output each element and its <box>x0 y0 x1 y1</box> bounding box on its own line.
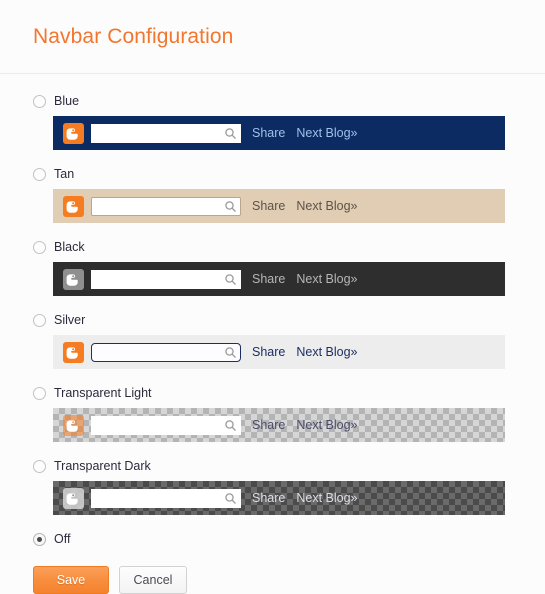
navbar-option-silver[interactable]: Silver Share Next Blog» <box>33 309 545 369</box>
navbar-option-transparent-dark[interactable]: Transparent Dark Share Next Blog» <box>33 455 545 515</box>
option-row-blue[interactable]: Blue <box>33 90 545 112</box>
share-link-transparent-light[interactable]: Share <box>252 418 285 432</box>
search-input-silver[interactable] <box>91 342 241 362</box>
search-input-black[interactable] <box>91 269 241 289</box>
navbar-bar-silver: Share Next Blog» <box>53 335 505 369</box>
navbar-bar-tan: Share Next Blog» <box>53 189 505 223</box>
radio-off[interactable] <box>33 532 46 546</box>
magnifier-icon <box>225 200 236 212</box>
save-button[interactable]: Save <box>33 566 109 594</box>
navbar-bar-blue: Share Next Blog» <box>53 116 505 150</box>
radio-transparent-light[interactable] <box>33 386 46 400</box>
navbar-links-silver: Share Next Blog» <box>252 345 358 359</box>
navbar-links-black: Share Next Blog» <box>252 272 358 286</box>
blogger-b-icon <box>63 195 84 217</box>
next-blog-link-silver[interactable]: Next Blog» <box>296 345 357 359</box>
cancel-button[interactable]: Cancel <box>119 566 187 594</box>
option-label-off: Off <box>54 532 71 546</box>
search-input-tan[interactable] <box>91 196 241 216</box>
blogger-b-icon <box>63 268 84 290</box>
option-row-transparent-dark[interactable]: Transparent Dark <box>33 455 545 477</box>
radio-tan[interactable] <box>33 167 46 181</box>
radio-blue[interactable] <box>33 94 46 108</box>
option-row-silver[interactable]: Silver <box>33 309 545 331</box>
magnifier-icon <box>225 273 236 285</box>
navbar-preview-tan: Share Next Blog» <box>53 189 505 223</box>
option-row-black[interactable]: Black <box>33 236 545 258</box>
blogger-b-icon <box>63 341 84 363</box>
option-label-transparent-dark: Transparent Dark <box>54 459 151 473</box>
option-label-silver: Silver <box>54 313 86 327</box>
navbar-option-transparent-light[interactable]: Transparent Light Share Next Blog» <box>33 382 545 442</box>
share-link-blue[interactable]: Share <box>252 126 285 140</box>
option-label-black: Black <box>54 240 85 254</box>
option-label-tan: Tan <box>54 167 75 181</box>
blogger-b-icon <box>63 122 84 144</box>
navbar-option-tan[interactable]: Tan Share Next Blog» <box>33 163 545 223</box>
share-link-silver[interactable]: Share <box>252 345 285 359</box>
share-link-transparent-dark[interactable]: Share <box>252 491 285 505</box>
page-header: Navbar Configuration <box>0 0 545 74</box>
form-actions: Save Cancel <box>0 554 545 594</box>
search-input-transparent-dark[interactable] <box>91 488 241 508</box>
next-blog-link-blue[interactable]: Next Blog» <box>296 126 357 140</box>
option-row-transparent-light[interactable]: Transparent Light <box>33 382 545 404</box>
navbar-links-transparent-light: Share Next Blog» <box>252 418 358 432</box>
option-label-transparent-light: Transparent Light <box>54 386 152 400</box>
search-input-blue[interactable] <box>91 123 241 143</box>
radio-transparent-dark[interactable] <box>33 459 46 473</box>
navbar-links-tan: Share Next Blog» <box>252 199 358 213</box>
navbar-preview-blue: Share Next Blog» <box>53 116 505 150</box>
navbar-bar-transparent-dark: Share Next Blog» <box>53 481 505 515</box>
search-input-transparent-light[interactable] <box>91 415 241 435</box>
navbar-option-off[interactable]: Off <box>33 528 545 550</box>
navbar-preview-transparent-light: Share Next Blog» <box>53 408 505 442</box>
navbar-preview-transparent-dark: Share Next Blog» <box>53 481 505 515</box>
option-row-tan[interactable]: Tan <box>33 163 545 185</box>
navbar-links-blue: Share Next Blog» <box>252 126 358 140</box>
option-row-off[interactable]: Off <box>33 528 545 550</box>
magnifier-icon <box>225 346 236 358</box>
next-blog-link-transparent-light[interactable]: Next Blog» <box>296 418 357 432</box>
magnifier-icon <box>225 492 236 504</box>
magnifier-icon <box>225 127 236 139</box>
navbar-preview-black: Share Next Blog» <box>53 262 505 296</box>
navbar-option-black[interactable]: Black Share Next Blog» <box>33 236 545 296</box>
magnifier-icon <box>225 419 236 431</box>
page-title: Navbar Configuration <box>33 24 234 48</box>
navbar-bar-transparent-light: Share Next Blog» <box>53 408 505 442</box>
blogger-b-icon <box>63 414 84 436</box>
navbar-links-transparent-dark: Share Next Blog» <box>252 491 358 505</box>
navbar-configuration-page: Navbar Configuration Blue Share Next Blo… <box>0 0 545 594</box>
blogger-b-icon <box>63 487 84 509</box>
navbar-option-blue[interactable]: Blue Share Next Blog» <box>33 90 545 150</box>
radio-silver[interactable] <box>33 313 46 327</box>
option-label-blue: Blue <box>54 94 80 108</box>
next-blog-link-transparent-dark[interactable]: Next Blog» <box>296 491 357 505</box>
next-blog-link-tan[interactable]: Next Blog» <box>296 199 357 213</box>
share-link-tan[interactable]: Share <box>252 199 285 213</box>
navbar-option-list: Blue Share Next Blog» Tan Share Next Blo… <box>0 74 545 550</box>
radio-black[interactable] <box>33 240 46 254</box>
next-blog-link-black[interactable]: Next Blog» <box>296 272 357 286</box>
share-link-black[interactable]: Share <box>252 272 285 286</box>
navbar-preview-silver: Share Next Blog» <box>53 335 505 369</box>
navbar-bar-black: Share Next Blog» <box>53 262 505 296</box>
